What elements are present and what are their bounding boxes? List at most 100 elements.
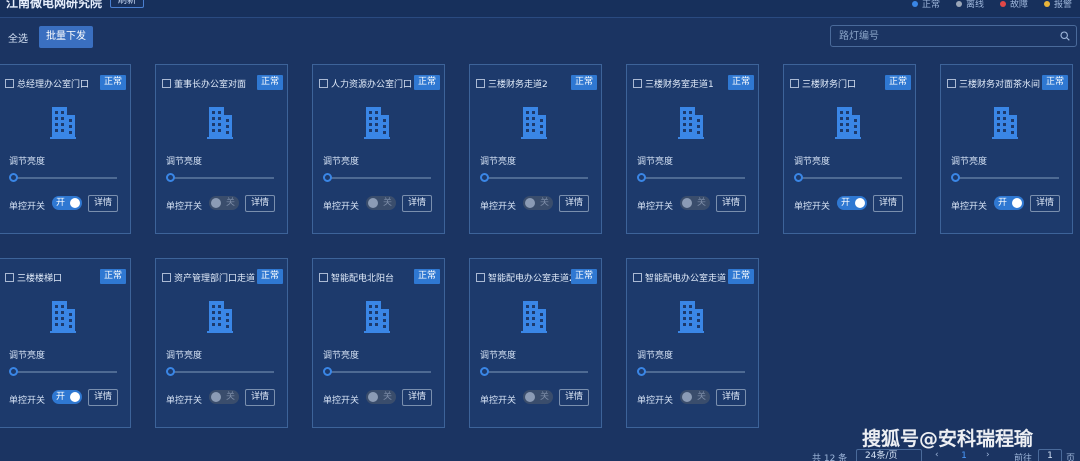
brightness-label: 调节亮度 [9, 157, 46, 167]
slider-track [955, 177, 1059, 179]
detail-button[interactable]: 详情 [88, 195, 118, 212]
switch-label: 单控开关 [9, 396, 46, 406]
brightness-slider[interactable] [480, 367, 588, 377]
lamp-name: 人力资源办公室门口 [331, 80, 413, 90]
card-checkbox[interactable] [633, 273, 642, 282]
lamp-card: 三楼财务对面茶水间 正常 调节亮度 单控开关 开 详情 [940, 64, 1073, 234]
search-box [830, 25, 1077, 47]
power-toggle[interactable]: 关 [680, 390, 710, 404]
select-all-toggle[interactable]: 全选 [8, 30, 28, 45]
slider-thumb[interactable] [951, 173, 960, 182]
card-checkbox[interactable] [319, 79, 328, 88]
slider-track [13, 177, 117, 179]
lamp-card: 智能配电办公室走道 正常 调节亮度 单控开关 关 详情 [626, 258, 759, 428]
detail-button[interactable]: 详情 [559, 389, 589, 406]
card-checkbox[interactable] [162, 273, 171, 282]
legend-alarm: 报警 [1043, 0, 1072, 10]
detail-button[interactable]: 详情 [402, 389, 432, 406]
power-toggle[interactable]: 开 [994, 196, 1024, 210]
power-toggle[interactable]: 关 [523, 196, 553, 210]
brightness-slider[interactable] [166, 367, 274, 377]
toggle-knob [211, 392, 221, 402]
card-checkbox[interactable] [5, 79, 14, 88]
refresh-button[interactable]: 刷新 [110, 0, 145, 8]
detail-button[interactable]: 详情 [716, 195, 746, 212]
brightness-slider[interactable] [323, 367, 431, 377]
slider-thumb[interactable] [323, 173, 332, 182]
detail-button[interactable]: 详情 [873, 195, 903, 212]
slider-thumb[interactable] [9, 367, 18, 376]
legend-fault: 故障 [999, 0, 1028, 10]
power-toggle[interactable]: 关 [366, 196, 396, 210]
detail-button[interactable]: 详情 [716, 389, 746, 406]
toggle-label: 关 [382, 392, 392, 402]
switch-label: 单控开关 [637, 396, 674, 406]
slider-thumb[interactable] [166, 173, 175, 182]
detail-button[interactable]: 详情 [402, 195, 432, 212]
brightness-slider[interactable] [323, 173, 431, 183]
card-checkbox[interactable] [319, 273, 328, 282]
slider-thumb[interactable] [480, 173, 489, 182]
toggle-label: 关 [696, 392, 706, 402]
goto-page-input[interactable]: 1 [1038, 449, 1062, 461]
building-icon [50, 301, 76, 333]
search-icon[interactable] [1060, 31, 1070, 41]
detail-button[interactable]: 详情 [559, 195, 589, 212]
slider-thumb[interactable] [166, 367, 175, 376]
switch-label: 单控开关 [480, 396, 517, 406]
card-checkbox[interactable] [947, 79, 956, 88]
slider-thumb[interactable] [323, 367, 332, 376]
detail-button[interactable]: 详情 [245, 389, 275, 406]
power-toggle[interactable]: 关 [523, 390, 553, 404]
lamp-card: 三楼财务走道2 正常 调节亮度 单控开关 关 详情 [469, 64, 602, 234]
toggle-knob [211, 198, 221, 208]
power-toggle[interactable]: 开 [52, 196, 82, 210]
brightness-slider[interactable] [951, 173, 1059, 183]
brightness-slider[interactable] [637, 173, 745, 183]
building-icon [364, 301, 390, 333]
toggle-knob [368, 198, 378, 208]
lamp-name: 总经理办公室门口 [17, 80, 90, 90]
slider-thumb[interactable] [637, 367, 646, 376]
power-toggle[interactable]: 关 [366, 390, 396, 404]
detail-button[interactable]: 详情 [88, 389, 118, 406]
power-toggle[interactable]: 开 [837, 196, 867, 210]
toggle-knob [70, 198, 80, 208]
brightness-slider[interactable] [9, 173, 117, 183]
legend-label: 正常 [921, 0, 940, 10]
brightness-slider[interactable] [166, 173, 274, 183]
power-toggle[interactable]: 关 [209, 196, 239, 210]
brightness-slider[interactable] [794, 173, 902, 183]
card-checkbox[interactable] [5, 273, 14, 282]
power-toggle[interactable]: 开 [52, 390, 82, 404]
detail-button[interactable]: 详情 [1030, 195, 1060, 212]
brightness-label: 调节亮度 [323, 157, 360, 167]
switch-label: 单控开关 [323, 202, 360, 212]
slider-thumb[interactable] [794, 173, 803, 182]
brightness-slider[interactable] [9, 367, 117, 377]
search-input[interactable] [839, 28, 1059, 44]
power-toggle[interactable]: 关 [209, 390, 239, 404]
brightness-slider[interactable] [480, 173, 588, 183]
building-icon [364, 107, 390, 139]
building-icon [207, 107, 233, 139]
slider-thumb[interactable] [637, 173, 646, 182]
card-checkbox[interactable] [162, 79, 171, 88]
detail-button[interactable]: 详情 [245, 195, 275, 212]
brightness-slider[interactable] [637, 367, 745, 377]
slider-thumb[interactable] [480, 367, 489, 376]
card-checkbox[interactable] [790, 79, 799, 88]
prev-page-button[interactable]: ‹ [935, 450, 939, 460]
lamp-card: 人力资源办公室门口 正常 调节亮度 单控开关 关 详情 [312, 64, 445, 234]
lamp-name: 三楼财务对面茶水间 [959, 80, 1041, 90]
legend-dot-alarm [1043, 0, 1050, 7]
card-checkbox[interactable] [476, 273, 485, 282]
power-toggle[interactable]: 关 [680, 196, 710, 210]
next-page-button[interactable]: › [986, 450, 990, 460]
status-badge: 正常 [256, 75, 283, 90]
batch-dispatch-button[interactable]: 批量下发 [39, 26, 93, 48]
card-checkbox[interactable] [633, 79, 642, 88]
card-checkbox[interactable] [476, 79, 485, 88]
slider-thumb[interactable] [9, 173, 18, 182]
lamp-card: 智能配电办公室走道2 正常 调节亮度 单控开关 关 详情 [469, 258, 602, 428]
